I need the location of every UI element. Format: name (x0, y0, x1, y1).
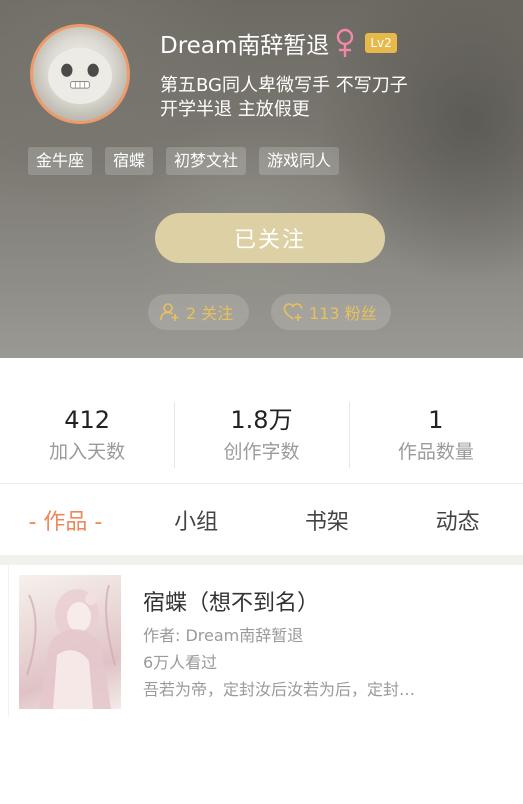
stat-value: 1 (428, 406, 444, 434)
user-plus-icon (160, 303, 179, 321)
tag-list: 金牛座 宿蝶 初梦文社 游戏同人 (28, 147, 340, 175)
bio-line: 开学半退 主放假更 (160, 99, 310, 120)
tab-activity[interactable]: 动态 (392, 504, 523, 536)
following-count: 2 关注 (186, 304, 234, 323)
tag-item[interactable]: 宿蝶 (105, 147, 154, 175)
section-divider (0, 555, 523, 565)
avatar[interactable] (30, 24, 130, 124)
heart-plus-icon (283, 303, 303, 321)
stat-works-count: 1 作品数量 (348, 358, 523, 482)
work-excerpt: 吾若为帝，定封汝后汝若为后，定封… (143, 680, 416, 699)
work-cover-image (19, 575, 121, 709)
work-card[interactable]: 宿蝶（想不到名） 作者: Dream南辞暂退 6万人看过 吾若为帝，定封汝后汝若… (8, 565, 523, 717)
stat-join-days: 412 加入天数 (0, 358, 174, 482)
stat-word-count: 1.8万 创作字数 (174, 358, 348, 482)
fans-button[interactable]: 113 粉丝 (271, 294, 391, 330)
stat-value: 1.8万 (230, 406, 293, 434)
profile-header: Dream南辞暂退 Lv2 第五BG同人卑微写手 不写刀子 开学半退 主放假更 … (0, 0, 523, 358)
tab-groups[interactable]: 小组 (131, 504, 262, 536)
female-icon (335, 28, 355, 58)
fans-count: 113 粉丝 (309, 304, 377, 323)
stat-value: 412 (64, 406, 111, 434)
work-author: 作者: Dream南辞暂退 (143, 626, 304, 645)
username: Dream南辞暂退 (160, 33, 330, 59)
bio: 第五BG同人卑微写手 不写刀子 开学半退 主放假更 (160, 74, 480, 122)
stats-row: 412 加入天数 1.8万 创作字数 1 作品数量 (0, 358, 523, 482)
work-title[interactable]: 宿蝶（想不到名） (143, 585, 319, 617)
stat-label: 创作字数 (223, 441, 300, 463)
work-views: 6万人看过 (143, 653, 218, 672)
follow-button[interactable]: 已关注 (155, 213, 385, 263)
following-button[interactable]: 2 关注 (148, 294, 249, 330)
bio-line: 第五BG同人卑微写手 不写刀子 (160, 75, 408, 96)
name-row: Dream南辞暂退 Lv2 (160, 26, 397, 60)
profile-tabs: - 作品 - 小组 书架 动态 (0, 483, 523, 555)
tag-item[interactable]: 金牛座 (28, 147, 93, 175)
stat-label: 加入天数 (49, 441, 126, 463)
tag-item[interactable]: 游戏同人 (259, 147, 340, 175)
tag-item[interactable]: 初梦文社 (166, 147, 247, 175)
stat-label: 作品数量 (397, 441, 474, 463)
avatar-image (48, 47, 112, 105)
tab-works[interactable]: - 作品 - (0, 504, 131, 536)
level-badge: Lv2 (365, 33, 397, 53)
tab-bookshelf[interactable]: 书架 (262, 504, 393, 536)
